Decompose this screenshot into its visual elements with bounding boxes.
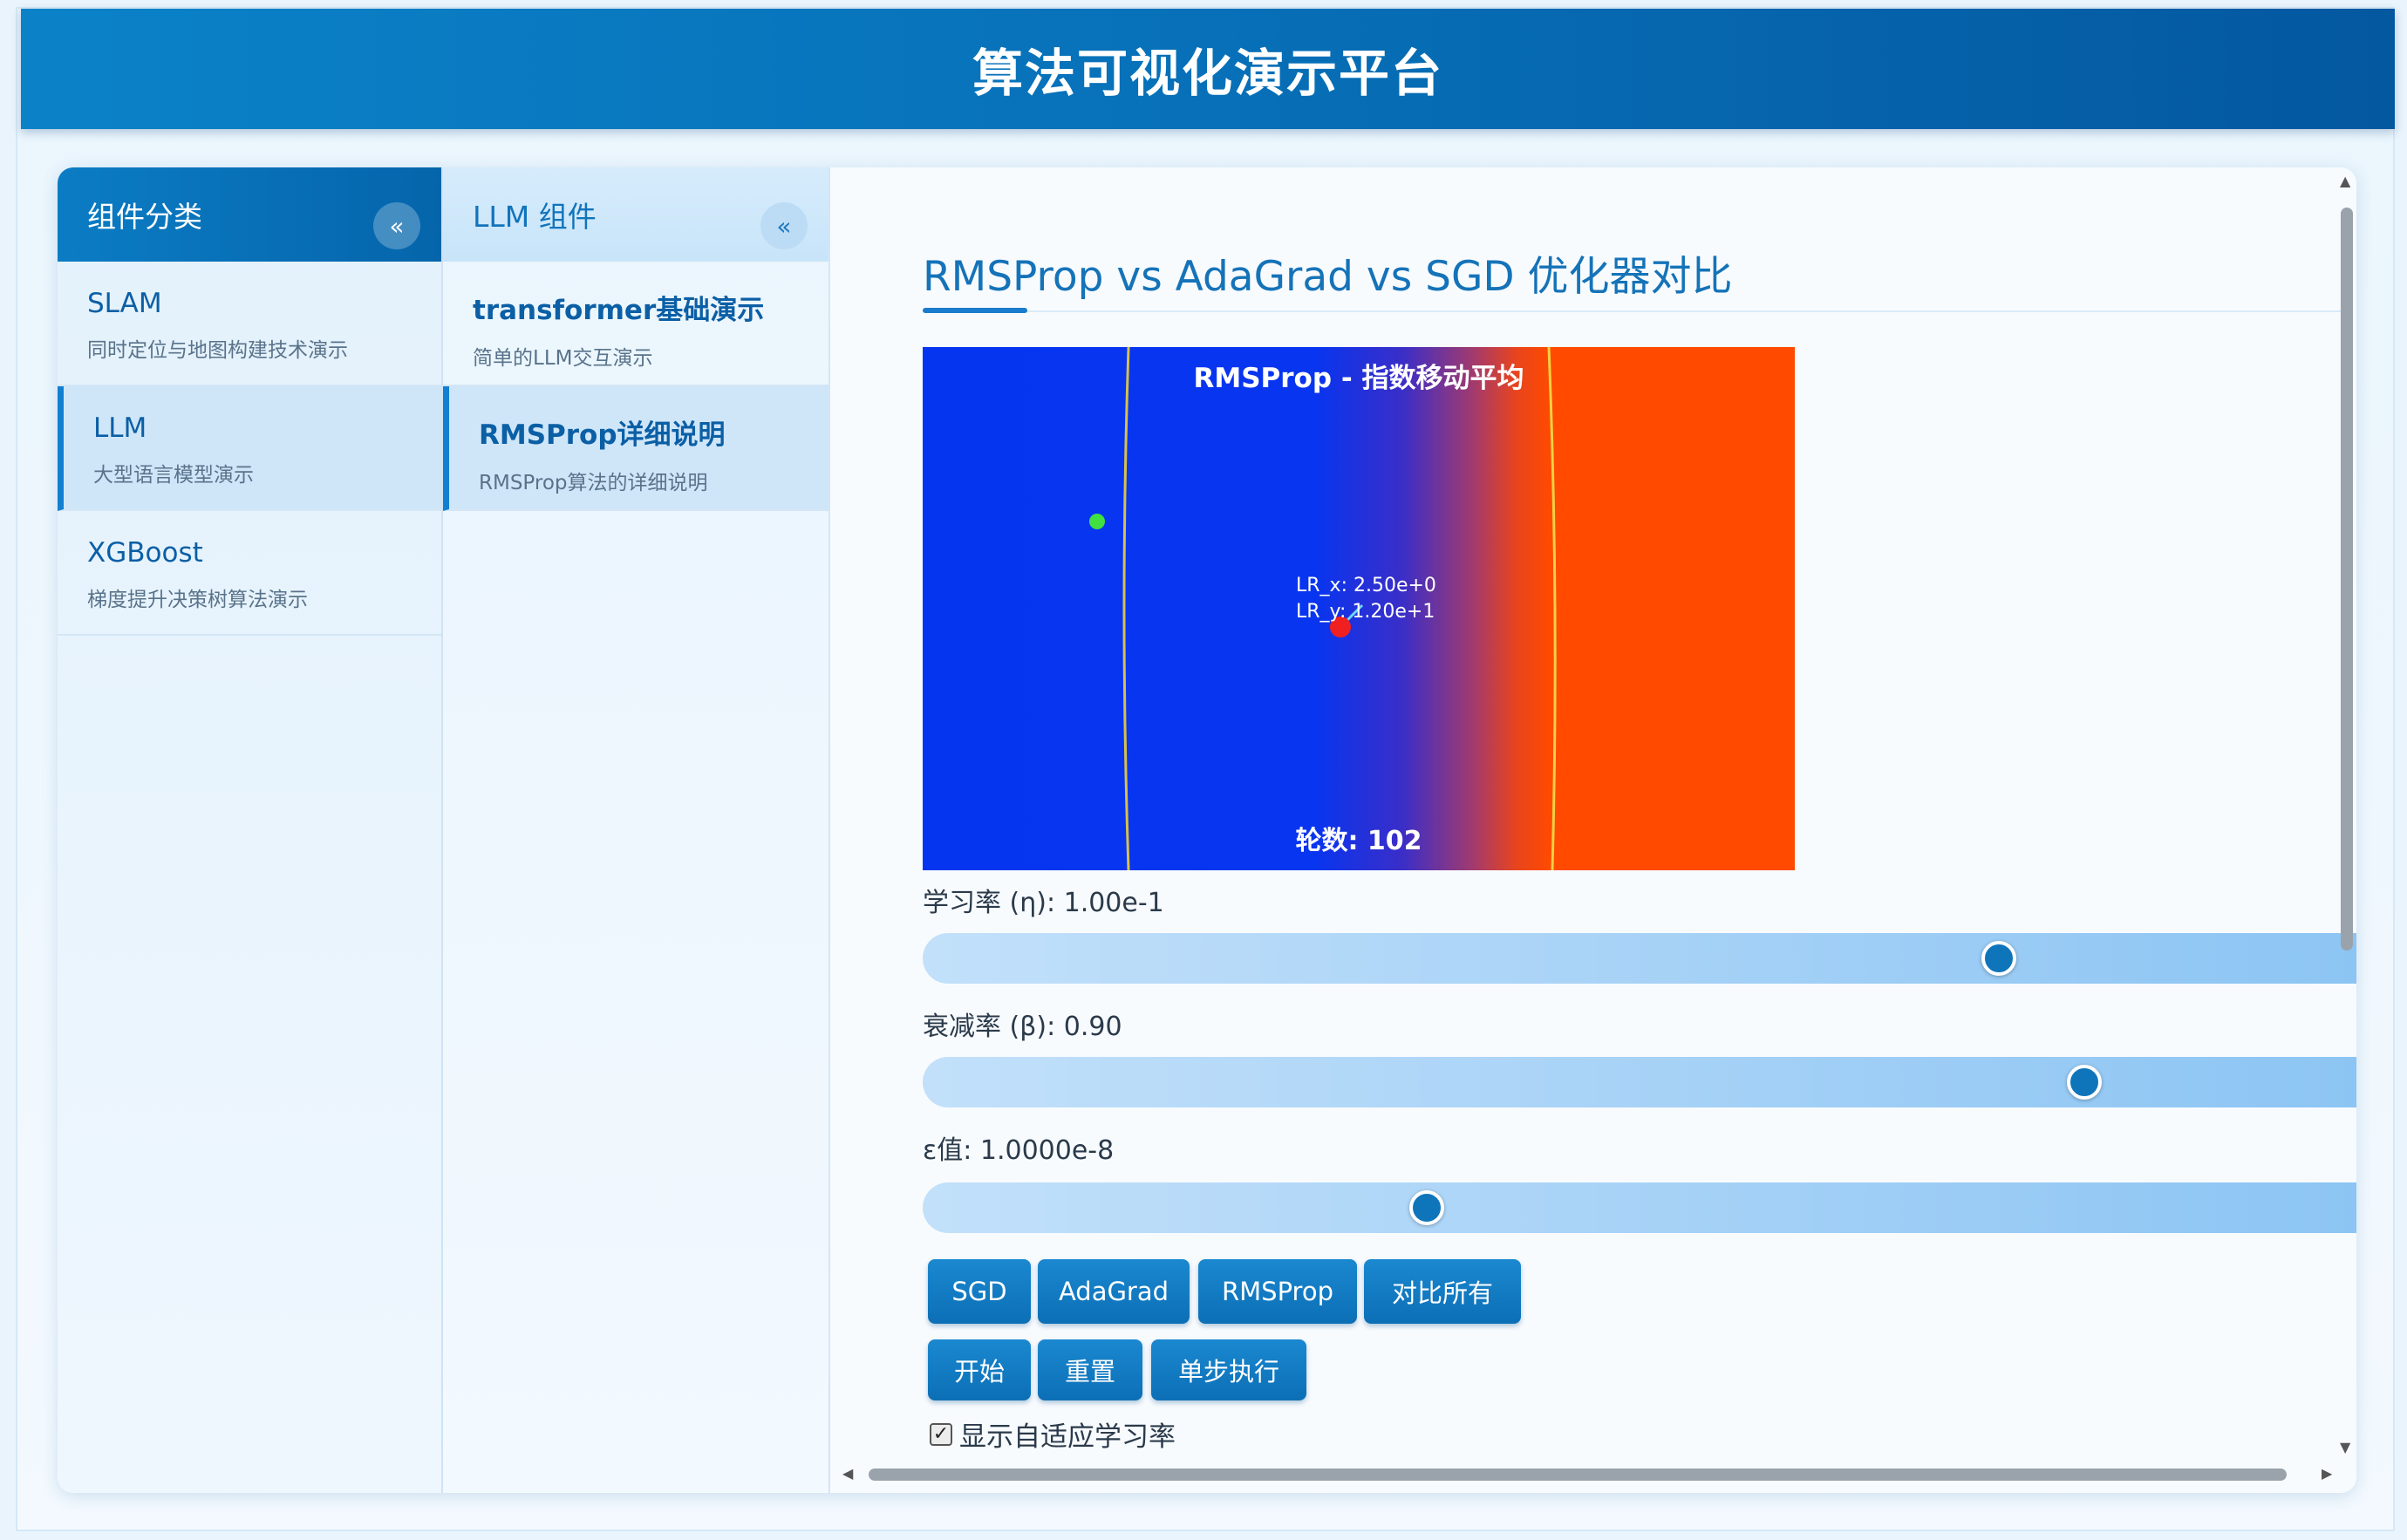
rmsprop-button[interactable]: RMSProp: [1198, 1259, 1357, 1324]
category-item-desc: 同时定位与地图构建技术演示: [87, 339, 348, 362]
title-divider: [923, 310, 2349, 312]
category-item-desc: 梯度提升决策树算法演示: [87, 589, 308, 611]
horizontal-scrollbar[interactable]: ◀ ▶: [842, 1465, 2337, 1484]
adaptive-lr-checkbox[interactable]: ✓: [930, 1422, 952, 1446]
component-item-rmsprop[interactable]: RMSProp详细说明 RMSProp算法的详细说明: [443, 386, 828, 511]
category-item-name: LLM: [93, 412, 147, 444]
scroll-up-arrow-icon[interactable]: ▲: [2340, 173, 2350, 189]
component-item-desc: 简单的LLM交互演示: [473, 347, 653, 370]
start-button[interactable]: 开始: [928, 1339, 1031, 1400]
component-item-name: RMSProp详细说明: [479, 419, 726, 451]
optimizer-canvas[interactable]: RMSProp - 指数移动平均 LR_x: 2.50e+0 LR_y: 1.2…: [923, 347, 1795, 870]
sgd-button[interactable]: SGD: [928, 1259, 1031, 1324]
vertical-scroll-thumb[interactable]: [2341, 208, 2353, 951]
decay-rate-slider[interactable]: [923, 1057, 2356, 1107]
component-sidebar-title: LLM 组件: [473, 200, 597, 234]
reset-button[interactable]: 重置: [1038, 1339, 1142, 1400]
scroll-down-arrow-icon[interactable]: ▼: [2340, 1439, 2350, 1455]
epsilon-slider[interactable]: [923, 1182, 2356, 1233]
vertical-scrollbar[interactable]: ▲ ▼: [2337, 167, 2356, 1493]
component-item-desc: RMSProp算法的详细说明: [479, 472, 708, 494]
app-title: 算法可视化演示平台: [972, 44, 1443, 103]
category-item-desc: 大型语言模型演示: [93, 464, 254, 487]
component-item-name: transformer基础演示: [473, 295, 765, 326]
category-item-llm[interactable]: LLM 大型语言模型演示: [58, 386, 441, 511]
title-accent-bar: [923, 308, 1027, 313]
collapse-categories-button[interactable]: «: [373, 202, 420, 249]
lr-x-readout: LR_x: 2.50e+0: [1296, 575, 1436, 596]
category-sidebar: 组件分类 « SLAM 同时定位与地图构建技术演示 LLM 大型语言模型演示 X…: [58, 167, 443, 1493]
compare-all-button[interactable]: 对比所有: [1364, 1259, 1521, 1324]
scroll-left-arrow-icon[interactable]: ◀: [842, 1465, 853, 1482]
category-sidebar-header: 组件分类 «: [58, 167, 441, 262]
collapse-components-button[interactable]: «: [760, 202, 808, 249]
app-header: 算法可视化演示平台: [21, 9, 2395, 129]
adaptive-lr-label: 显示自适应学习率: [959, 1421, 1176, 1453]
adaptive-lr-option[interactable]: ✓ 显示自适应学习率: [930, 1414, 1176, 1454]
category-sidebar-title: 组件分类: [87, 200, 202, 234]
step-button[interactable]: 单步执行: [1151, 1339, 1306, 1400]
horizontal-scroll-thumb[interactable]: [869, 1468, 2287, 1481]
category-item-xgboost[interactable]: XGBoost 梯度提升决策树算法演示: [58, 511, 441, 636]
learning-rate-label: 学习率 (η): 1.00e-1: [923, 888, 1164, 918]
category-item-name: SLAM: [87, 288, 162, 319]
category-item-name: XGBoost: [87, 537, 203, 569]
component-sidebar: LLM 组件 « transformer基础演示 简单的LLM交互演示 RMSP…: [443, 167, 830, 1493]
learning-rate-slider[interactable]: [923, 933, 2356, 984]
adagrad-button[interactable]: AdaGrad: [1038, 1259, 1190, 1324]
page-title: RMSProp vs AdaGrad vs SGD 优化器对比: [923, 253, 1733, 301]
scroll-right-arrow-icon[interactable]: ▶: [2322, 1465, 2332, 1482]
epoch-counter: 轮数: 102: [1295, 826, 1422, 856]
canvas-title: RMSProp - 指数移动平均: [1194, 363, 1524, 394]
main-card: 组件分类 « SLAM 同时定位与地图构建技术演示 LLM 大型语言模型演示 X…: [58, 167, 2356, 1493]
decay-rate-thumb[interactable]: [2067, 1065, 2102, 1100]
canvas-drawing: RMSProp - 指数移动平均 LR_x: 2.50e+0 LR_y: 1.2…: [923, 347, 1795, 870]
target-point: [1089, 514, 1105, 529]
component-sidebar-header: LLM 组件 «: [443, 167, 828, 262]
decay-rate-label: 衰减率 (β): 0.90: [923, 1012, 1122, 1042]
category-item-slam[interactable]: SLAM 同时定位与地图构建技术演示: [58, 262, 441, 386]
content-panel: RMSProp vs AdaGrad vs SGD 优化器对比 RMSProp …: [830, 167, 2356, 1493]
epsilon-thumb[interactable]: [1408, 1190, 1444, 1225]
component-item-transformer[interactable]: transformer基础演示 简单的LLM交互演示: [443, 262, 828, 386]
learning-rate-thumb[interactable]: [1981, 941, 2016, 976]
lr-y-readout: LR_y: 1.20e+1: [1296, 601, 1435, 623]
epsilon-label: ε值: 1.0000e-8: [923, 1135, 1115, 1166]
